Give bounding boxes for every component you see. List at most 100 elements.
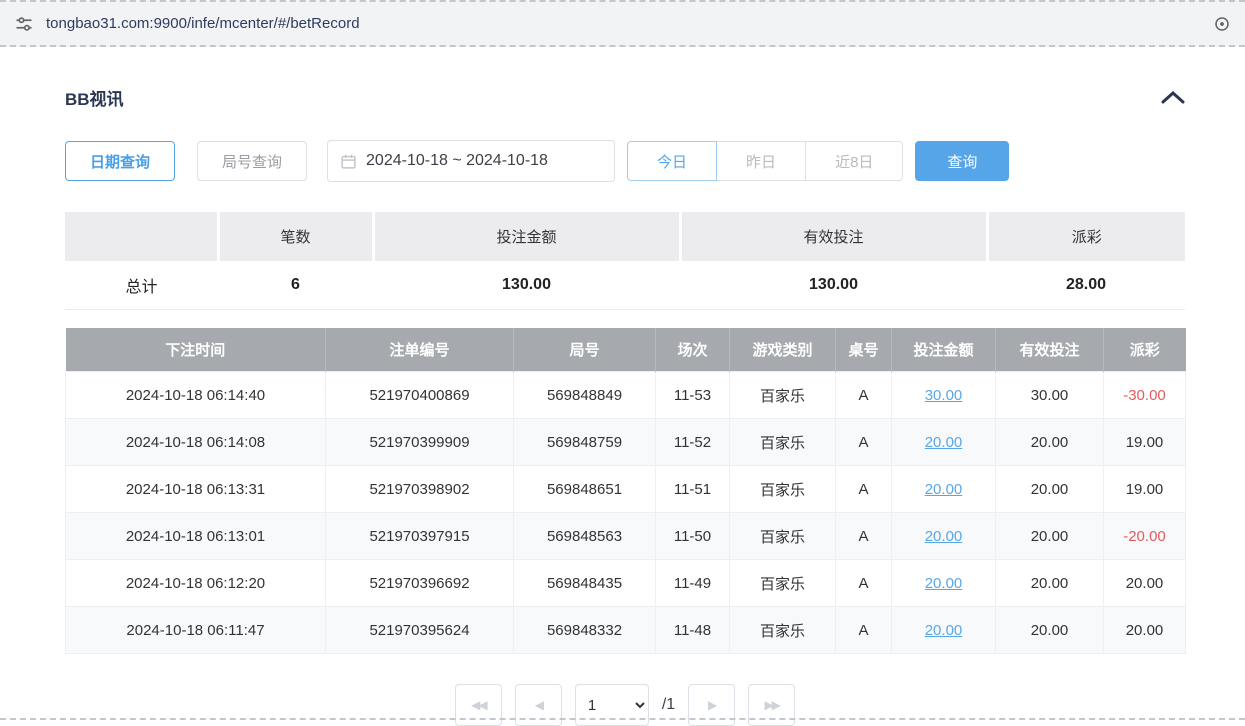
summary-count: 6 — [218, 261, 373, 309]
game-type: 百家乐 — [730, 466, 836, 513]
search-button[interactable]: 查询 — [915, 141, 1009, 181]
order-no: 521970400869 — [326, 372, 514, 419]
table-row: 2024-10-18 06:12:20 521970396692 5698484… — [66, 560, 1186, 607]
game-type: 百家乐 — [730, 513, 836, 560]
bet-amount-cell: 20.00 — [892, 607, 996, 654]
session: 11-49 — [656, 560, 730, 607]
order-no: 521970395624 — [326, 607, 514, 654]
table-row: 2024-10-18 06:14:40 521970400869 5698488… — [66, 372, 1186, 419]
order-no: 521970396692 — [326, 560, 514, 607]
game-type: 百家乐 — [730, 560, 836, 607]
valid-bet: 20.00 — [996, 513, 1104, 560]
eye-icon[interactable] — [1213, 15, 1231, 33]
bet-time: 2024-10-18 06:13:31 — [66, 466, 326, 513]
session: 11-52 — [656, 419, 730, 466]
bet-amount-cell: 20.00 — [892, 419, 996, 466]
bet-amount-cell: 30.00 — [892, 372, 996, 419]
collapse-chevron-icon[interactable] — [1161, 91, 1185, 104]
summary-payout: 28.00 — [987, 261, 1185, 309]
summary-row: 总计 6 130.00 130.00 28.00 — [65, 261, 1185, 309]
payout: 20.00 — [1104, 607, 1186, 654]
quick-last8days-button[interactable]: 近8日 — [805, 141, 903, 181]
page-total-label: /1 — [662, 696, 675, 714]
bet-amount-cell: 20.00 — [892, 560, 996, 607]
bet-time: 2024-10-18 06:14:08 — [66, 419, 326, 466]
summary-table: 笔数 投注金额 有效投注 派彩 总计 6 130.00 130.00 28.00 — [65, 212, 1185, 310]
payout: -20.00 — [1104, 513, 1186, 560]
session: 11-53 — [656, 372, 730, 419]
bet-amount-cell: 20.00 — [892, 513, 996, 560]
valid-bet: 30.00 — [996, 372, 1104, 419]
game-type: 百家乐 — [730, 419, 836, 466]
site-settings-icon[interactable] — [14, 14, 34, 34]
summary-total-label: 总计 — [65, 261, 218, 309]
valid-bet: 20.00 — [996, 607, 1104, 654]
round-no: 569848849 — [514, 372, 656, 419]
col-header-valid-bet: 有效投注 — [996, 328, 1104, 372]
col-header-payout: 派彩 — [1104, 328, 1186, 372]
bet-time: 2024-10-18 06:12:20 — [66, 560, 326, 607]
valid-bet: 20.00 — [996, 466, 1104, 513]
col-header-table-no: 桌号 — [836, 328, 892, 372]
table-no: A — [836, 466, 892, 513]
bet-amount-link[interactable]: 30.00 — [925, 387, 963, 404]
summary-header-valid-bet: 有效投注 — [680, 212, 987, 261]
order-no: 521970399909 — [326, 419, 514, 466]
summary-header-payout: 派彩 — [987, 212, 1185, 261]
table-no: A — [836, 419, 892, 466]
bet-amount-link[interactable]: 20.00 — [925, 434, 963, 451]
payout: -30.00 — [1104, 372, 1186, 419]
summary-header-blank — [65, 212, 218, 261]
col-header-session: 场次 — [656, 328, 730, 372]
col-header-round-no: 局号 — [514, 328, 656, 372]
table-row: 2024-10-18 06:13:31 521970398902 5698486… — [66, 466, 1186, 513]
date-query-button[interactable]: 日期查询 — [65, 141, 175, 181]
next-page-icon: ▶ — [708, 698, 715, 712]
table-row: 2024-10-18 06:14:08 521970399909 5698487… — [66, 419, 1186, 466]
session: 11-50 — [656, 513, 730, 560]
bet-time: 2024-10-18 06:14:40 — [66, 372, 326, 419]
date-range-value: 2024-10-18 ~ 2024-10-18 — [366, 152, 548, 170]
quick-yesterday-button[interactable]: 昨日 — [716, 141, 806, 181]
filter-row: 日期查询 局号查询 2024-10-18 ~ 2024-10-18 今日 昨日 … — [65, 140, 1185, 182]
round-query-button[interactable]: 局号查询 — [197, 141, 307, 181]
col-header-bet-amount: 投注金额 — [892, 328, 996, 372]
round-no: 569848435 — [514, 560, 656, 607]
col-header-game-type: 游戏类别 — [730, 328, 836, 372]
payout: 20.00 — [1104, 560, 1186, 607]
quick-range-group: 今日 昨日 近8日 — [627, 141, 903, 181]
bet-record-table: 下注时间 注单编号 局号 场次 游戏类别 桌号 投注金额 有效投注 派彩 202… — [65, 328, 1186, 655]
round-no: 569848563 — [514, 513, 656, 560]
table-no: A — [836, 513, 892, 560]
bet-time: 2024-10-18 06:13:01 — [66, 513, 326, 560]
bet-time: 2024-10-18 06:11:47 — [66, 607, 326, 654]
summary-bet-amount: 130.00 — [373, 261, 680, 309]
col-header-order-no: 注单编号 — [326, 328, 514, 372]
bet-amount-link[interactable]: 20.00 — [925, 528, 963, 545]
table-no: A — [836, 372, 892, 419]
table-row: 2024-10-18 06:11:47 521970395624 5698483… — [66, 607, 1186, 654]
bet-amount-link[interactable]: 20.00 — [925, 481, 963, 498]
date-range-picker[interactable]: 2024-10-18 ~ 2024-10-18 — [327, 140, 615, 182]
round-no: 569848759 — [514, 419, 656, 466]
bet-amount-link[interactable]: 20.00 — [925, 575, 963, 592]
bet-amount-link[interactable]: 20.00 — [925, 622, 963, 639]
col-header-bet-time: 下注时间 — [66, 328, 326, 372]
url-text[interactable]: tongbao31.com:9900/infe/mcenter/#/betRec… — [46, 15, 1201, 32]
bet-amount-cell: 20.00 — [892, 466, 996, 513]
quick-today-button[interactable]: 今日 — [627, 141, 717, 181]
summary-valid-bet: 130.00 — [680, 261, 987, 309]
address-bar[interactable]: tongbao31.com:9900/infe/mcenter/#/betRec… — [0, 0, 1245, 47]
valid-bet: 20.00 — [996, 419, 1104, 466]
session: 11-51 — [656, 466, 730, 513]
order-no: 521970397915 — [326, 513, 514, 560]
payout: 19.00 — [1104, 466, 1186, 513]
table-row: 2024-10-18 06:13:01 521970397915 5698485… — [66, 513, 1186, 560]
calendar-icon — [340, 153, 357, 170]
prev-page-icon: ◀ — [535, 698, 542, 712]
round-no: 569848651 — [514, 466, 656, 513]
last-page-icon: ▶▶ — [764, 698, 778, 712]
order-no: 521970398902 — [326, 466, 514, 513]
payout: 19.00 — [1104, 419, 1186, 466]
table-no: A — [836, 560, 892, 607]
